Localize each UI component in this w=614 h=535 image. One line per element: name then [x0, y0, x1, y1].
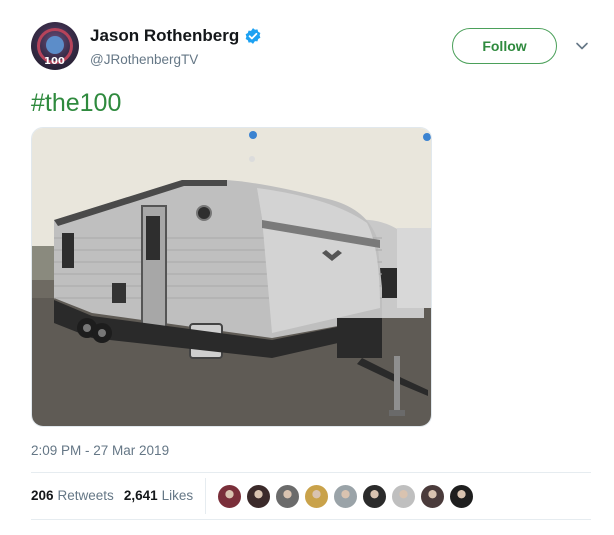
likes-label[interactable]: Likes — [162, 488, 194, 503]
author-name-row[interactable]: Jason Rothenberg — [90, 25, 262, 47]
chevron-down-icon[interactable] — [575, 39, 589, 53]
liker-avatar[interactable] — [217, 484, 242, 509]
avatar-text: 100 — [44, 56, 65, 67]
retweets-count[interactable]: 206 — [31, 488, 54, 503]
author-handle[interactable]: @JRothenbergTV — [90, 52, 198, 67]
tweet-card: 100 Jason Rothenberg @JRothenbergTV Foll… — [0, 0, 614, 535]
liker-avatar[interactable] — [449, 484, 474, 509]
likes-count[interactable]: 2,641 — [124, 488, 158, 503]
author-avatar[interactable]: 100 — [31, 22, 79, 70]
verified-icon — [244, 27, 262, 45]
liker-avatar[interactable] — [362, 484, 387, 509]
stats-divider — [205, 478, 206, 514]
avatar-core — [46, 36, 64, 54]
liker-avatars — [217, 484, 478, 509]
divider-top — [31, 472, 591, 473]
liker-avatar[interactable] — [246, 484, 271, 509]
tweet-hashtag[interactable]: #the100 — [31, 89, 121, 118]
tweet-photo[interactable] — [31, 127, 432, 427]
tweet-stats: 206 Retweets 2,641 Likes — [31, 488, 193, 503]
liker-avatar[interactable] — [420, 484, 445, 509]
follow-button[interactable]: Follow — [452, 28, 557, 64]
liker-avatar[interactable] — [333, 484, 358, 509]
retweets-label[interactable]: Retweets — [58, 488, 114, 503]
liker-avatar[interactable] — [391, 484, 416, 509]
liker-avatar[interactable] — [275, 484, 300, 509]
divider-bottom — [31, 519, 591, 520]
author-display-name[interactable]: Jason Rothenberg — [90, 26, 239, 46]
tweet-timestamp[interactable]: 2:09 PM - 27 Mar 2019 — [31, 443, 169, 458]
liker-avatar[interactable] — [304, 484, 329, 509]
